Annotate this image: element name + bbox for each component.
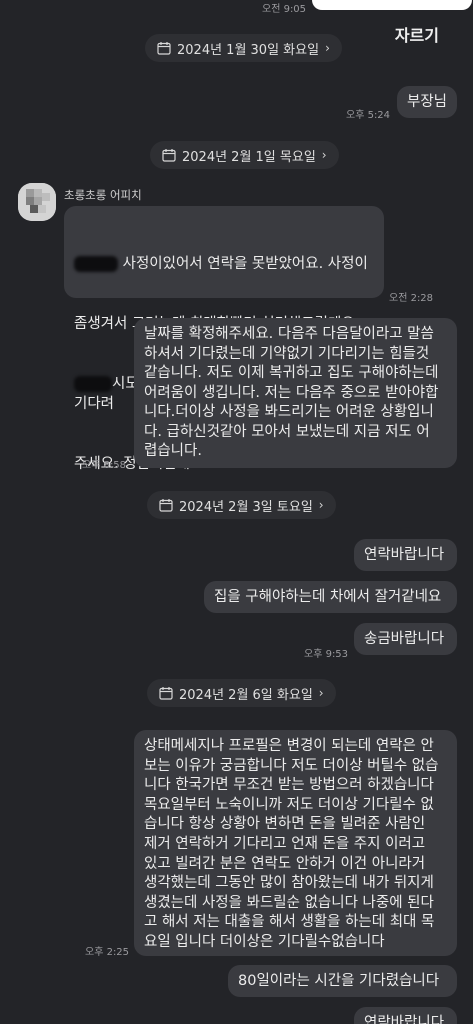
pixelated-avatar-icon: [18, 183, 56, 221]
date-label: 2024년 2월 6일 화요일: [179, 687, 313, 703]
message-text: 사정이있어서 연락을 못받았어요. 사정이: [122, 256, 368, 272]
date-label: 2024년 2월 3일 토요일: [179, 499, 313, 515]
message-line: 사정이있어서 연락을 못받았어요. 사정이: [74, 254, 374, 274]
message-time: 오후 8:58: [82, 460, 127, 471]
message-time: 오후 2:25: [85, 947, 130, 958]
my-message-bubble[interactable]: 상태메세지나 프로필은 변경이 되는데 연락은 안 보는 이유가 궁금합니다 저…: [134, 730, 457, 956]
sender-name: 초롱초롱 어피치: [64, 188, 142, 202]
my-message-bubble[interactable]: 집을 구해야하는데 차에서 잘거같네요: [204, 581, 457, 613]
message-time: 오후 9:53: [304, 649, 349, 660]
calendar-icon: [162, 149, 176, 162]
redacted-text: [74, 376, 112, 392]
date-label: 2024년 2월 1일 목요일: [182, 149, 316, 165]
my-message-bubble[interactable]: 송금바랍니다: [354, 623, 457, 655]
chevron-right-icon: ›: [321, 148, 327, 162]
message-time: 오후 5:24: [346, 110, 391, 121]
previous-message-bubble[interactable]: [312, 0, 472, 10]
date-divider[interactable]: 2024년 1월 30일 화요일 ›: [145, 34, 342, 62]
my-message-bubble[interactable]: 부장님: [397, 86, 457, 118]
chevron-right-icon: ›: [318, 686, 324, 700]
redacted-text: [74, 256, 118, 272]
message-time: 오전 2:28: [389, 293, 434, 304]
chevron-right-icon: ›: [318, 498, 324, 512]
message-time: 오전 9:05: [262, 4, 307, 15]
my-message-bubble[interactable]: 날짜를 확정해주세요. 다음주 다음달이라고 말씀 하셔서 기다렸는데 기약없기…: [134, 318, 457, 468]
date-divider[interactable]: 2024년 2월 1일 목요일 ›: [150, 141, 339, 169]
calendar-icon: [159, 499, 173, 512]
my-message-bubble[interactable]: 연락바랍니다: [354, 539, 457, 571]
chevron-right-icon: ›: [325, 41, 330, 55]
avatar[interactable]: [18, 183, 56, 221]
date-divider[interactable]: 2024년 2월 6일 화요일 ›: [147, 679, 336, 707]
calendar-icon: [159, 687, 173, 700]
cut-button[interactable]: 자르기: [395, 22, 439, 46]
date-label: 2024년 1월 30일 화요일: [177, 42, 320, 58]
my-message-bubble[interactable]: 80일이라는 시간을 기다렸습니다: [228, 965, 457, 997]
chat-screen: 오전 9:05 자르기 2024년 1월 30일 화요일 › 오후 5:24 부…: [0, 0, 473, 1024]
my-message-bubble[interactable]: 연락바랍니다: [354, 1007, 457, 1024]
calendar-icon: [157, 42, 171, 55]
their-message-bubble[interactable]: 사정이있어서 연락을 못받았어요. 사정이 좀생겨서 그러는데 최대한빨리 처리…: [64, 206, 384, 472]
date-divider[interactable]: 2024년 2월 3일 토요일 ›: [147, 491, 336, 519]
